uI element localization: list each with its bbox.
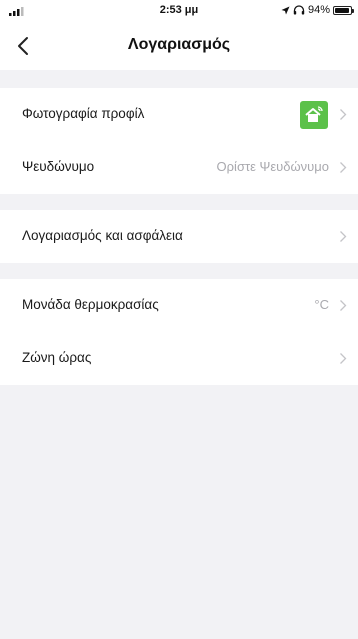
profile-photo-row[interactable]: Φωτογραφία προφίλ <box>0 88 358 141</box>
chevron-right-icon <box>340 109 347 120</box>
headphones-icon <box>293 5 305 15</box>
profile-photo-label: Φωτογραφία προφίλ <box>22 106 145 121</box>
nickname-label: Ψευδώνυμο <box>22 159 95 174</box>
chevron-right-icon <box>340 162 347 173</box>
avatar[interactable] <box>300 101 328 129</box>
battery-icon <box>333 5 354 15</box>
account-security-row[interactable]: Λογαριασμός και ασφάλεια <box>0 210 358 263</box>
time-zone-label: Ζώνη ώρας <box>22 350 92 365</box>
nickname-value: Ορίστε Ψευδώνυμο <box>216 159 329 174</box>
chevron-right-icon <box>340 353 347 364</box>
chevron-right-icon <box>340 300 347 311</box>
status-bar: 2:53 μμ 94% <box>0 0 358 22</box>
battery-fill <box>335 7 350 13</box>
profile-group: Φωτογραφία προφίλ Ψευδώνυμο Ορίστε Ψευδώ… <box>0 88 358 194</box>
status-right: 94% <box>281 4 354 16</box>
battery-percent: 94% <box>307 4 330 16</box>
time-zone-row[interactable]: Ζώνη ώρας <box>0 332 358 385</box>
temperature-unit-value: °C <box>314 297 329 312</box>
temperature-unit-label: Μονάδα θερμοκρασίας <box>22 297 159 312</box>
page-title: Λογαριασμός <box>127 36 231 53</box>
security-group: Λογαριασμός και ασφάλεια <box>0 210 358 263</box>
temperature-unit-row[interactable]: Μονάδα θερμοκρασίας °C <box>0 279 358 332</box>
location-arrow-icon <box>281 6 290 14</box>
smart-home-icon <box>305 106 323 122</box>
chevron-right-icon <box>340 231 347 242</box>
preferences-group: Μονάδα θερμοκρασίας °C Ζώνη ώρας <box>0 279 358 385</box>
nav-bar: Λογαριασμός <box>0 22 358 70</box>
account-security-label: Λογαριασμός και ασφάλεια <box>22 228 183 243</box>
nickname-row[interactable]: Ψευδώνυμο Ορίστε Ψευδώνυμο <box>0 141 358 194</box>
